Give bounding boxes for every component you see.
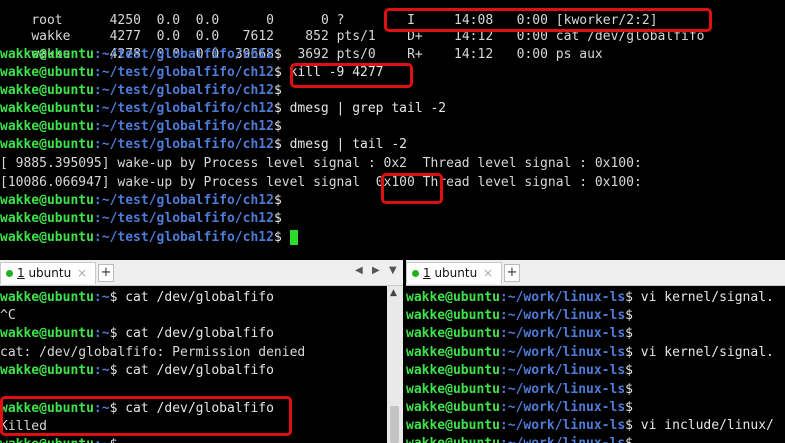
tab-ubuntu-right[interactable]: 1 ubuntu ×: [406, 262, 502, 284]
tab-number: 1: [17, 266, 25, 280]
scrollbar-thumb[interactable]: [390, 406, 399, 443]
prompt-line: wakke@ubuntu:~/test/globalfifo/ch12$: [0, 119, 282, 134]
prompt-line: wakke@ubuntu:~$: [0, 436, 117, 443]
left-terminal-pane[interactable]: wakke@ubuntu:~$ cat /dev/globalfifo ^C w…: [0, 286, 386, 443]
left-tab-bar: 1 ubuntu × + ◀ ▶ ▼: [0, 260, 403, 286]
tab-status-dot: [412, 270, 419, 277]
close-icon[interactable]: ×: [77, 266, 87, 280]
prompt-line-vi: wakke@ubuntu:~/work/linux-ls$ vi kernel/…: [406, 290, 774, 305]
highlight-box-ps-cat: [384, 8, 712, 32]
tab-number: 1: [423, 266, 431, 280]
dmesg-output-line: [10086.066947] wake-up by Process level …: [0, 175, 642, 190]
prompt-line-dmesg-grep: wakke@ubuntu:~/test/globalfifo/ch12$ dme…: [0, 101, 447, 116]
prompt-line: wakke@ubuntu:~/work/linux-ls$: [406, 308, 633, 323]
prompt-line: wakke@ubuntu:~/test/globalfifo/ch12$: [0, 47, 282, 62]
new-tab-button[interactable]: +: [98, 264, 114, 282]
output-line: ^C: [0, 308, 16, 323]
prompt-line: wakke@ubuntu:~/work/linux-ls$: [406, 382, 633, 397]
dmesg-output-line: [ 9885.395095] wake-up by Process level …: [0, 156, 642, 171]
prompt-line: wakke@ubuntu:~/work/linux-ls$: [406, 435, 633, 443]
tab-next-icon[interactable]: ▶: [372, 265, 380, 276]
new-tab-button[interactable]: +: [504, 264, 520, 282]
prompt-line-dmesg-tail: wakke@ubuntu:~/test/globalfifo/ch12$ dme…: [0, 137, 407, 152]
prompt-line: wakke@ubuntu:~/work/linux-ls$: [406, 363, 633, 378]
prompt-line: wakke@ubuntu:~/test/globalfifo/ch12$: [0, 83, 282, 98]
right-tab-bar: 1 ubuntu × +: [406, 260, 785, 286]
prompt-line: wakke@ubuntu:~/test/globalfifo/ch12$: [0, 193, 282, 208]
prompt-line-active: wakke@ubuntu:~/test/globalfifo/ch12$: [0, 229, 298, 247]
prompt-line-cat: wakke@ubuntu:~$ cat /dev/globalfifo: [0, 290, 274, 305]
prompt-line: wakke@ubuntu:~/test/globalfifo/ch12$: [0, 211, 282, 226]
tab-ubuntu-left[interactable]: 1 ubuntu ×: [0, 262, 96, 284]
scroll-up-icon[interactable]: ▲: [390, 288, 397, 298]
highlight-box-killed: [0, 396, 292, 436]
prompt-line-cat: wakke@ubuntu:~$ cat /dev/globalfifo: [0, 326, 274, 341]
prompt-line: wakke@ubuntu:~/work/linux-ls$: [406, 400, 633, 415]
tab-status-dot: [6, 270, 13, 277]
prompt-line-vi: wakke@ubuntu:~/work/linux-ls$ vi include…: [406, 418, 774, 433]
terminal-cursor: [289, 230, 298, 245]
left-scrollbar[interactable]: ▲: [387, 286, 403, 443]
prompt-line-cat: wakke@ubuntu:~$ cat /dev/globalfifo: [0, 363, 274, 378]
highlight-box-signal: [381, 173, 443, 204]
tab-menu-icon[interactable]: ▼: [389, 265, 397, 276]
prompt-line-vi: wakke@ubuntu:~/work/linux-ls$ vi kernel/…: [406, 345, 774, 360]
tab-label: ubuntu: [430, 266, 478, 280]
prompt-line: wakke@ubuntu:~/work/linux-ls$: [406, 326, 633, 341]
tab-prev-icon[interactable]: ◀: [355, 265, 363, 276]
right-terminal-pane[interactable]: wakke@ubuntu:~/work/linux-ls$ vi kernel/…: [406, 286, 785, 443]
tab-label: ubuntu: [24, 266, 72, 280]
close-icon[interactable]: ×: [483, 266, 493, 280]
output-line: cat: /dev/globalfifo: Permission denied: [0, 345, 306, 360]
highlight-box-kill: [290, 63, 413, 88]
